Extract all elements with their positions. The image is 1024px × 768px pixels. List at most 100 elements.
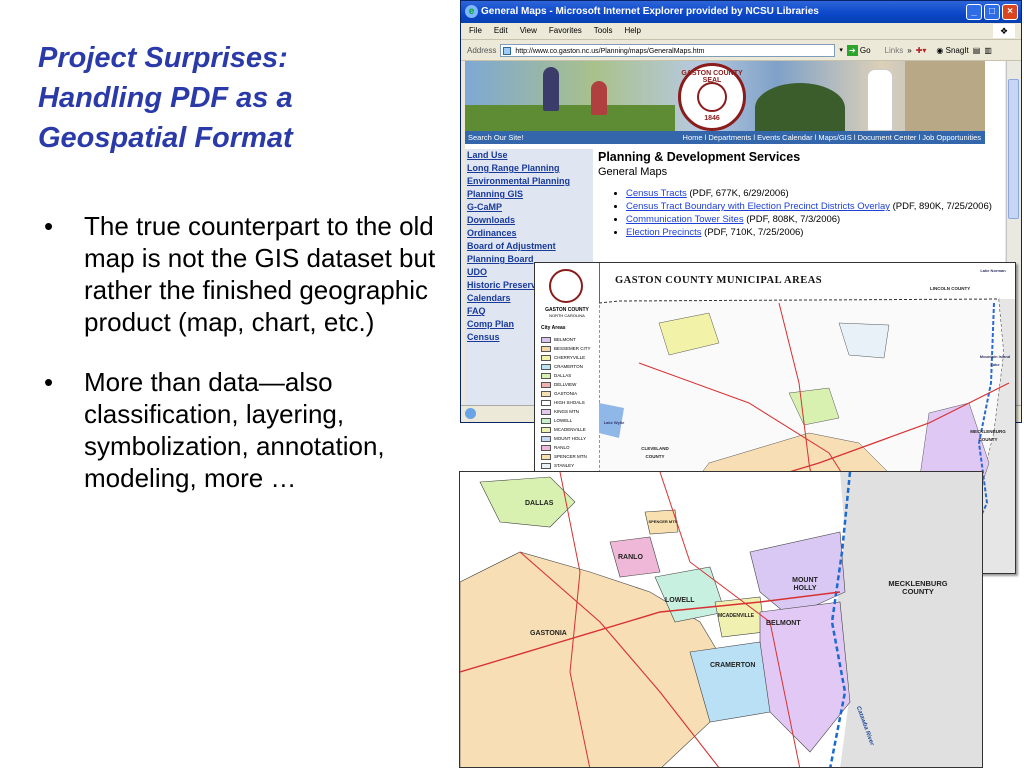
- maximize-icon[interactable]: □: [984, 4, 1000, 20]
- legend-label: MCADENVILLE: [554, 427, 586, 432]
- legend-swatch: [541, 336, 551, 343]
- map-link[interactable]: Election Precincts: [626, 227, 702, 238]
- legend-label: SPENCER MTN: [554, 454, 587, 459]
- county-seal: GASTON COUNTY SEAL 1846: [678, 63, 746, 131]
- legend-list: BELMONT BESSEMER CITY CHERRYVILLE CRAMERTON…: [541, 335, 597, 470]
- ie-status-icon: [465, 408, 476, 419]
- bullet-dot: •: [44, 211, 54, 241]
- banner-image: GASTON COUNTY SEAL 1846: [465, 61, 985, 131]
- legend-heading: City Areas: [541, 325, 566, 331]
- legend-swatch: [541, 417, 551, 424]
- menu-file[interactable]: File: [469, 23, 482, 39]
- map-link-info: (PDF, 890K, 7/25/2006): [892, 201, 992, 212]
- go-arrow-icon: ➔: [846, 44, 858, 56]
- search-site-link[interactable]: Search Our Site!: [468, 131, 523, 144]
- page-icon: [503, 46, 512, 55]
- go-button[interactable]: ➔ Go: [846, 44, 871, 56]
- window-titlebar[interactable]: e General Maps - Microsoft Internet Expl…: [461, 1, 1021, 23]
- map-label-ranlo: RANLO: [618, 554, 643, 561]
- legend-label: GASTONIA: [554, 391, 578, 396]
- legend-label: RANLO: [554, 445, 570, 450]
- address-dropdown-icon[interactable]: ▾: [839, 46, 843, 54]
- address-label: Address: [467, 45, 497, 55]
- legend-label: DELLVIEW: [554, 382, 577, 387]
- map-link-item: Election Precincts (PDF, 710K, 7/25/2006…: [626, 227, 998, 239]
- legend-label: BELMONT: [554, 337, 576, 342]
- legend-swatch: [541, 363, 551, 370]
- nav-link[interactable]: Ordinances: [465, 227, 593, 240]
- legend-label: BESSEMER CITY: [554, 346, 591, 351]
- minimize-icon[interactable]: _: [966, 4, 982, 20]
- map-label-mecklenburg: MECKLENBURG COUNTY: [970, 429, 1006, 442]
- windows-logo-icon: ❖: [993, 24, 1015, 38]
- map-link-info: (PDF, 710K, 7/25/2006): [704, 227, 804, 238]
- seal-emblem: [697, 82, 727, 112]
- legend-state: NORTH CAROLINA: [549, 313, 585, 318]
- map-label-cramerton: CRAMERTON: [710, 662, 756, 669]
- links-label[interactable]: Links: [885, 46, 904, 55]
- page-subheading: General Maps: [598, 166, 668, 178]
- chevron-right-icon[interactable]: »: [907, 46, 911, 55]
- snagit-button[interactable]: ◉ SnagIt: [936, 46, 968, 55]
- main-column: Planning & Development Services General …: [598, 149, 998, 240]
- capture-edit-icon[interactable]: ▥: [984, 46, 992, 55]
- legend-label: CHERRYVILLE: [554, 355, 586, 360]
- legend-row: GASTONIA: [541, 389, 597, 398]
- close-icon[interactable]: ×: [1002, 4, 1018, 20]
- banner-field: [465, 105, 675, 131]
- map-link[interactable]: Census Tracts: [626, 188, 687, 199]
- menu-view[interactable]: View: [520, 23, 537, 39]
- menu-bar: File Edit View Favorites Tools Help ❖: [461, 23, 1021, 40]
- slide-title-line: Geospatial Format: [38, 122, 293, 154]
- toolbar-plugin-icon[interactable]: ✚▾: [916, 46, 927, 55]
- address-input[interactable]: http://www.co.gaston.nc.us/Planning/maps…: [500, 43, 836, 57]
- map-label-spencer: SPENCER MTN: [648, 519, 678, 524]
- bullet-list: • The true counterpart to the old map is…: [40, 210, 440, 522]
- menu-favorites[interactable]: Favorites: [549, 23, 582, 39]
- snagit-label: SnagIt: [945, 45, 969, 55]
- menu-edit[interactable]: Edit: [494, 23, 508, 39]
- legend-row: MCADENVILLE: [541, 425, 597, 434]
- legend-swatch: [541, 354, 551, 361]
- menu-help[interactable]: Help: [624, 23, 640, 39]
- snagit-icon: ◉: [936, 45, 944, 55]
- nav-link[interactable]: Environmental Planning: [465, 175, 593, 188]
- bullet-dot: •: [44, 367, 54, 397]
- legend-swatch: [541, 462, 551, 469]
- map-link[interactable]: Census Tract Boundary with Election Prec…: [626, 201, 890, 212]
- banner-child: [867, 69, 893, 131]
- nav-link[interactable]: Downloads: [465, 214, 593, 227]
- page-heading: Planning & Development Services: [598, 150, 801, 164]
- mecklenburg-area: [835, 472, 982, 767]
- scrollbar-thumb[interactable]: [1008, 79, 1019, 219]
- capture-icon[interactable]: ▤: [973, 46, 981, 55]
- map-link-info: (PDF, 808K, 7/3/2006): [746, 214, 841, 225]
- legend-county-name: GASTON COUNTY NORTH CAROLINA: [537, 307, 597, 318]
- map-link[interactable]: Communication Tower Sites: [626, 214, 744, 225]
- nav-link[interactable]: Board of Adjustment: [465, 240, 593, 253]
- seal-year: 1846: [704, 115, 720, 122]
- legend-label: HIGH SHOALS: [554, 400, 585, 405]
- legend-swatch: [541, 345, 551, 352]
- nav-link[interactable]: Long Range Planning: [465, 162, 593, 175]
- legend-label: STANLEY: [554, 463, 575, 468]
- slide-title-line: Handling PDF as a: [38, 82, 293, 114]
- window-title: General Maps - Microsoft Internet Explor…: [481, 6, 819, 17]
- nav-link[interactable]: Planning GIS: [465, 188, 593, 201]
- map-label-lake-wylie: Lake Wylie: [603, 420, 625, 425]
- legend-row: CHERRYVILLE: [541, 353, 597, 362]
- top-nav-links[interactable]: Home l Departments l Events Calendar l M…: [683, 131, 981, 144]
- bullet-text: More than data—also classification, laye…: [84, 367, 385, 493]
- map-link-item: Census Tract Boundary with Election Prec…: [626, 201, 998, 213]
- banner-building: [905, 61, 985, 131]
- legend-label: KINGS MTN: [554, 409, 580, 414]
- nav-link[interactable]: Land Use: [465, 149, 593, 162]
- legend-seal: [549, 269, 583, 303]
- bullet-item: • The true counterpart to the old map is…: [40, 210, 440, 338]
- map-label-mountain-island: Mountain Island Lake: [979, 354, 1011, 367]
- legend-swatch: [541, 390, 551, 397]
- nav-link[interactable]: G-CaMP: [465, 201, 593, 214]
- map-label-mount-holly: MOUNT HOLLY: [792, 577, 818, 592]
- menu-tools[interactable]: Tools: [594, 23, 613, 39]
- legend-row: SPENCER MTN: [541, 452, 597, 461]
